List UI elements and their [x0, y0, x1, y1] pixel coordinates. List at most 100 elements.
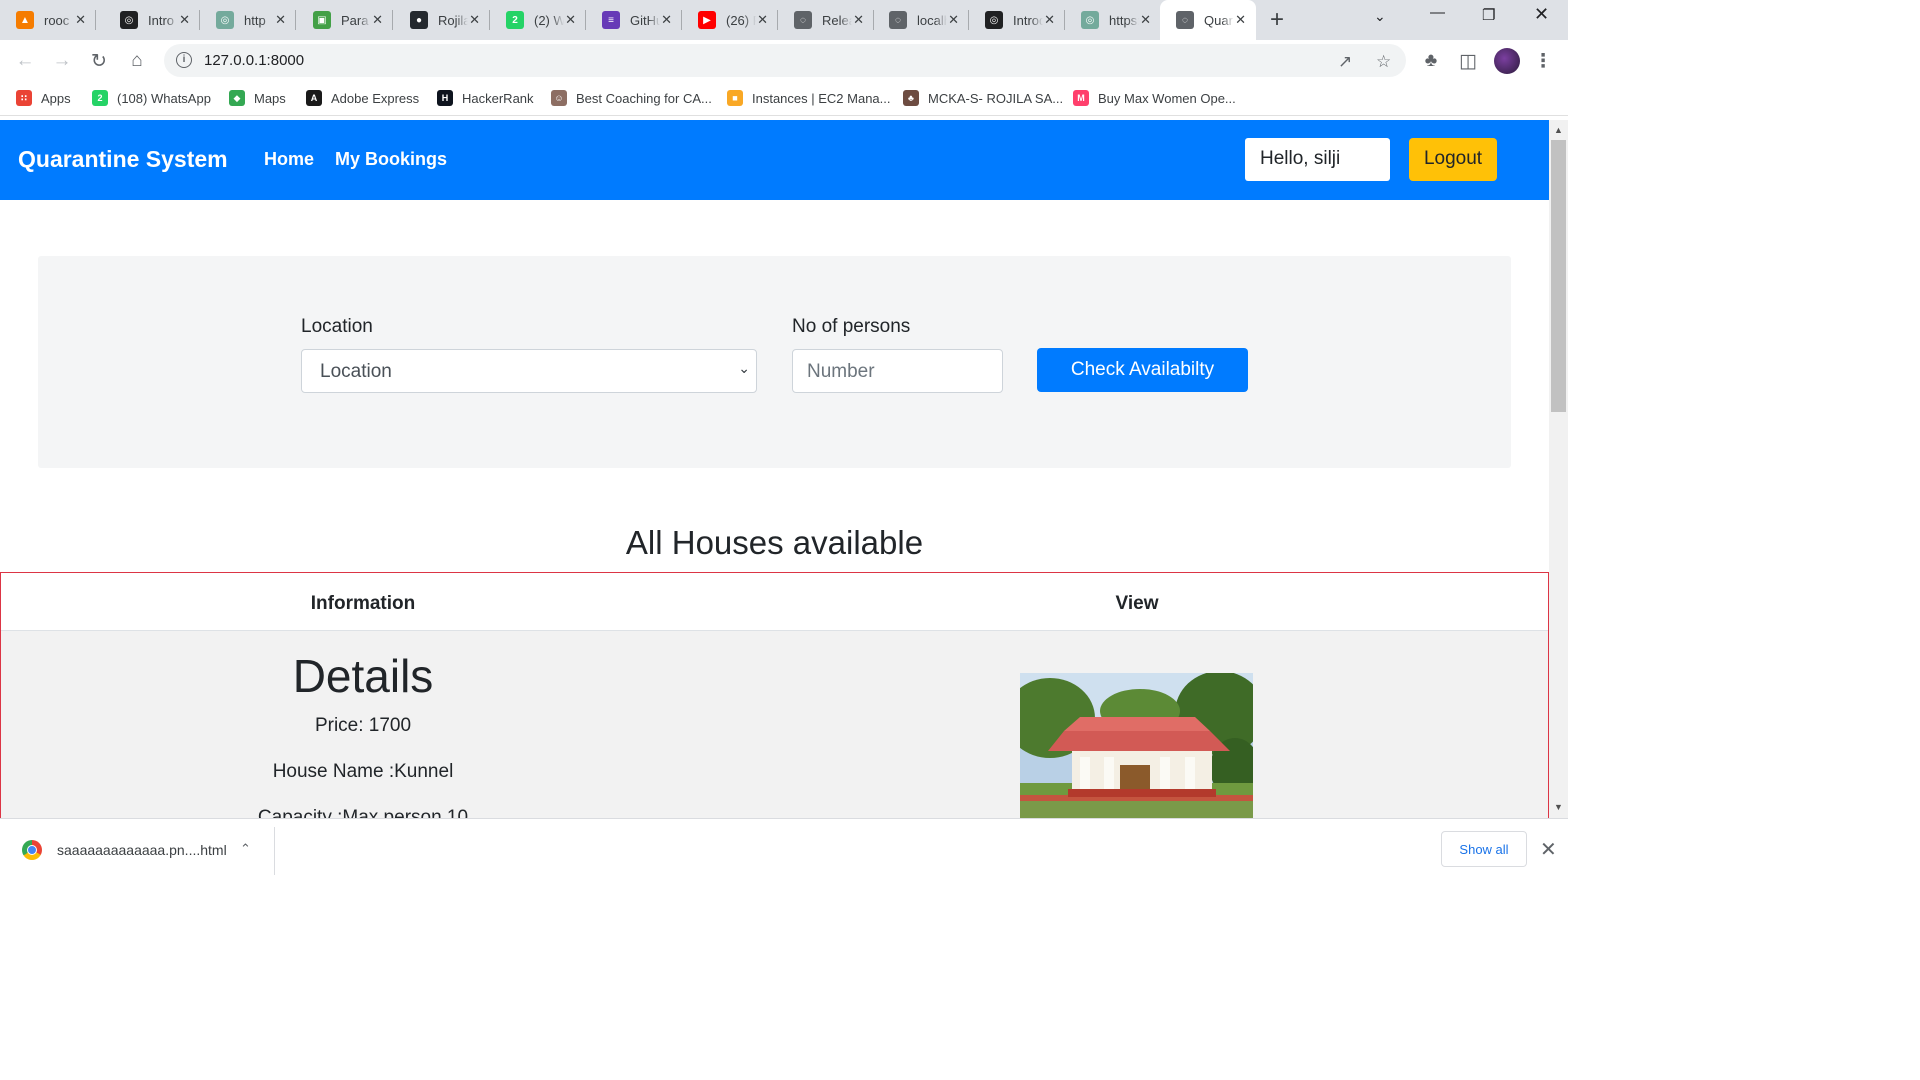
tab-title: Introduc — [1013, 12, 1043, 28]
page-viewport: Quarantine System Home My Bookings Hello… — [0, 120, 1549, 818]
header-information: Information — [310, 593, 416, 614]
app-navbar: Quarantine System Home My Bookings Hello… — [0, 120, 1549, 200]
close-window-icon[interactable]: ✕ — [1534, 4, 1549, 25]
bookmark-item[interactable]: ∷ Apps — [16, 90, 71, 106]
close-tab-icon[interactable]: ✕ — [661, 12, 672, 28]
bookmark-item[interactable]: M Buy Max Women Ope... — [1073, 90, 1236, 106]
chevron-down-icon: ⌄ — [738, 360, 750, 376]
home-icon[interactable]: ⌂ — [126, 50, 148, 72]
nav-home[interactable]: Home — [264, 149, 314, 170]
bookmark-star-icon[interactable]: ☆ — [1376, 52, 1391, 72]
browser-tab[interactable]: ▲ rooc ✕ — [0, 0, 96, 40]
browser-tab[interactable]: ● RojilaS/C✕ — [394, 0, 490, 40]
tab-title: http — [244, 12, 266, 28]
close-tab-icon[interactable]: ✕ — [948, 12, 959, 28]
browser-tab[interactable]: ◌ Quar ✕ — [1160, 0, 1256, 40]
tab-title: (26) Part — [726, 12, 756, 28]
browser-tab[interactable]: ◌ localhost✕ — [873, 0, 969, 40]
openai-icon: ◎ — [120, 11, 138, 29]
details-title: Details — [292, 650, 434, 702]
browser-tab[interactable]: ▶ (26) Part✕ — [682, 0, 778, 40]
hackerrank-icon: H — [437, 90, 453, 106]
bookmark-label: HackerRank — [462, 90, 534, 106]
browser-tab[interactable]: ≡ GitHub-✕ — [586, 0, 682, 40]
aws-box-icon: ■ — [727, 90, 743, 106]
globe-icon: ◌ — [1176, 11, 1194, 29]
apps-grid-icon: ∷ — [16, 90, 32, 106]
globe-icon: ◌ — [889, 11, 907, 29]
address-bar[interactable]: i 127.0.0.1:8000 ↗ ☆ — [164, 44, 1406, 77]
browser-tab[interactable]: ▣ Para ✕ — [297, 0, 393, 40]
page-scrollbar[interactable]: ▲ ▼ — [1549, 120, 1568, 818]
close-tab-icon[interactable]: ✕ — [1235, 12, 1246, 28]
brand-title[interactable]: Quarantine System — [18, 146, 228, 173]
close-tab-icon[interactable]: ✕ — [1044, 12, 1055, 28]
bookmark-item[interactable]: ☺ Best Coaching for CA... — [551, 90, 712, 106]
bookmark-item[interactable]: A Adobe Express — [306, 90, 419, 106]
forward-icon[interactable]: → — [51, 50, 73, 72]
close-shelf-icon[interactable]: ✕ — [1540, 837, 1557, 862]
house-name: House Name :Kunnel — [272, 761, 454, 782]
adobe-express-icon: A — [306, 90, 322, 106]
browser-tab[interactable]: ◎ https://c✕ — [1065, 0, 1161, 40]
tab-divider — [295, 10, 296, 30]
browser-tab[interactable]: ◎ Intro ✕ — [104, 0, 200, 40]
share-icon[interactable]: ↗ — [1338, 52, 1352, 72]
bookmark-item[interactable]: ◆ Maps — [229, 90, 286, 106]
address-url[interactable]: 127.0.0.1:8000 — [204, 52, 304, 69]
bookmark-item[interactable]: ♣ MCKA-S- ROJILA SA... — [903, 90, 1063, 106]
close-tab-icon[interactable]: ✕ — [275, 12, 286, 28]
maps-icon: ◆ — [229, 90, 245, 106]
menu-kebab-icon[interactable]: ⋮ — [1532, 50, 1554, 72]
close-tab-icon[interactable]: ✕ — [469, 12, 480, 28]
bookmark-label: Apps — [41, 90, 71, 106]
browser-tab[interactable]: ◌ ReleaseN✕ — [778, 0, 874, 40]
close-tab-icon[interactable]: ✕ — [372, 12, 383, 28]
reload-icon[interactable]: ↻ — [88, 50, 110, 72]
close-tab-icon[interactable]: ✕ — [179, 12, 190, 28]
close-tab-icon[interactable]: ✕ — [853, 12, 864, 28]
house-image[interactable] — [1020, 673, 1253, 818]
extensions-icon[interactable]: ♣ — [1420, 50, 1442, 72]
tab-divider — [95, 10, 96, 30]
tab-title: RojilaS/C — [438, 12, 468, 28]
scroll-up-icon[interactable]: ▲ — [1554, 125, 1563, 135]
bookmark-item[interactable]: H HackerRank — [437, 90, 534, 106]
browser-tab[interactable]: ◎ http ✕ — [200, 0, 296, 40]
site-info-icon[interactable]: i — [176, 52, 192, 68]
minimize-icon[interactable]: — — [1430, 4, 1445, 21]
back-icon[interactable]: ← — [14, 50, 36, 72]
tab-title: https://c — [1109, 12, 1139, 28]
check-availability-button[interactable]: Check Availabilty — [1037, 348, 1248, 392]
profile-avatar[interactable] — [1494, 48, 1520, 74]
houses-heading: All Houses available — [625, 524, 924, 561]
persons-number-input[interactable]: Number — [792, 349, 1003, 393]
shelf-divider — [274, 827, 275, 875]
browser-tab[interactable]: 2 (2) What✕ — [490, 0, 586, 40]
table-row: Details Price: 1700 House Name :Kunnel C… — [1, 631, 1548, 818]
chevron-up-icon[interactable]: ⌃ — [240, 841, 251, 857]
close-tab-icon[interactable]: ✕ — [1140, 12, 1151, 28]
bookmark-item[interactable]: ■ Instances | EC2 Mana... — [727, 90, 891, 106]
location-select[interactable]: Location ⌄ — [301, 349, 757, 393]
download-filename[interactable]: saaaaaaaaaaaaa.pn....html — [57, 842, 227, 858]
scroll-down-icon[interactable]: ▼ — [1554, 802, 1563, 812]
tab-title: Para — [341, 12, 369, 28]
logout-button[interactable]: Logout — [1409, 138, 1497, 181]
show-all-button[interactable]: Show all — [1441, 831, 1527, 867]
nav-my-bookings[interactable]: My Bookings — [335, 149, 447, 170]
side-panel-icon[interactable]: ◫ — [1457, 50, 1479, 72]
new-tab-button[interactable]: + — [1270, 8, 1284, 32]
house-price: Price: 1700 — [314, 715, 412, 736]
bookmark-label: Best Coaching for CA... — [576, 90, 712, 106]
tab-search-icon[interactable]: ⌄ — [1374, 8, 1386, 25]
tab-title: Intro — [148, 12, 175, 28]
browser-tab[interactable]: ◎ Introduc✕ — [969, 0, 1065, 40]
close-tab-icon[interactable]: ✕ — [75, 12, 86, 28]
close-tab-icon[interactable]: ✕ — [757, 12, 768, 28]
close-tab-icon[interactable]: ✕ — [565, 12, 576, 28]
robot-icon: ▣ — [313, 11, 331, 29]
scrollbar-thumb[interactable] — [1551, 140, 1566, 412]
bookmark-item[interactable]: 2 (108) WhatsApp — [92, 90, 211, 106]
restore-icon[interactable]: ❐ — [1482, 6, 1495, 24]
